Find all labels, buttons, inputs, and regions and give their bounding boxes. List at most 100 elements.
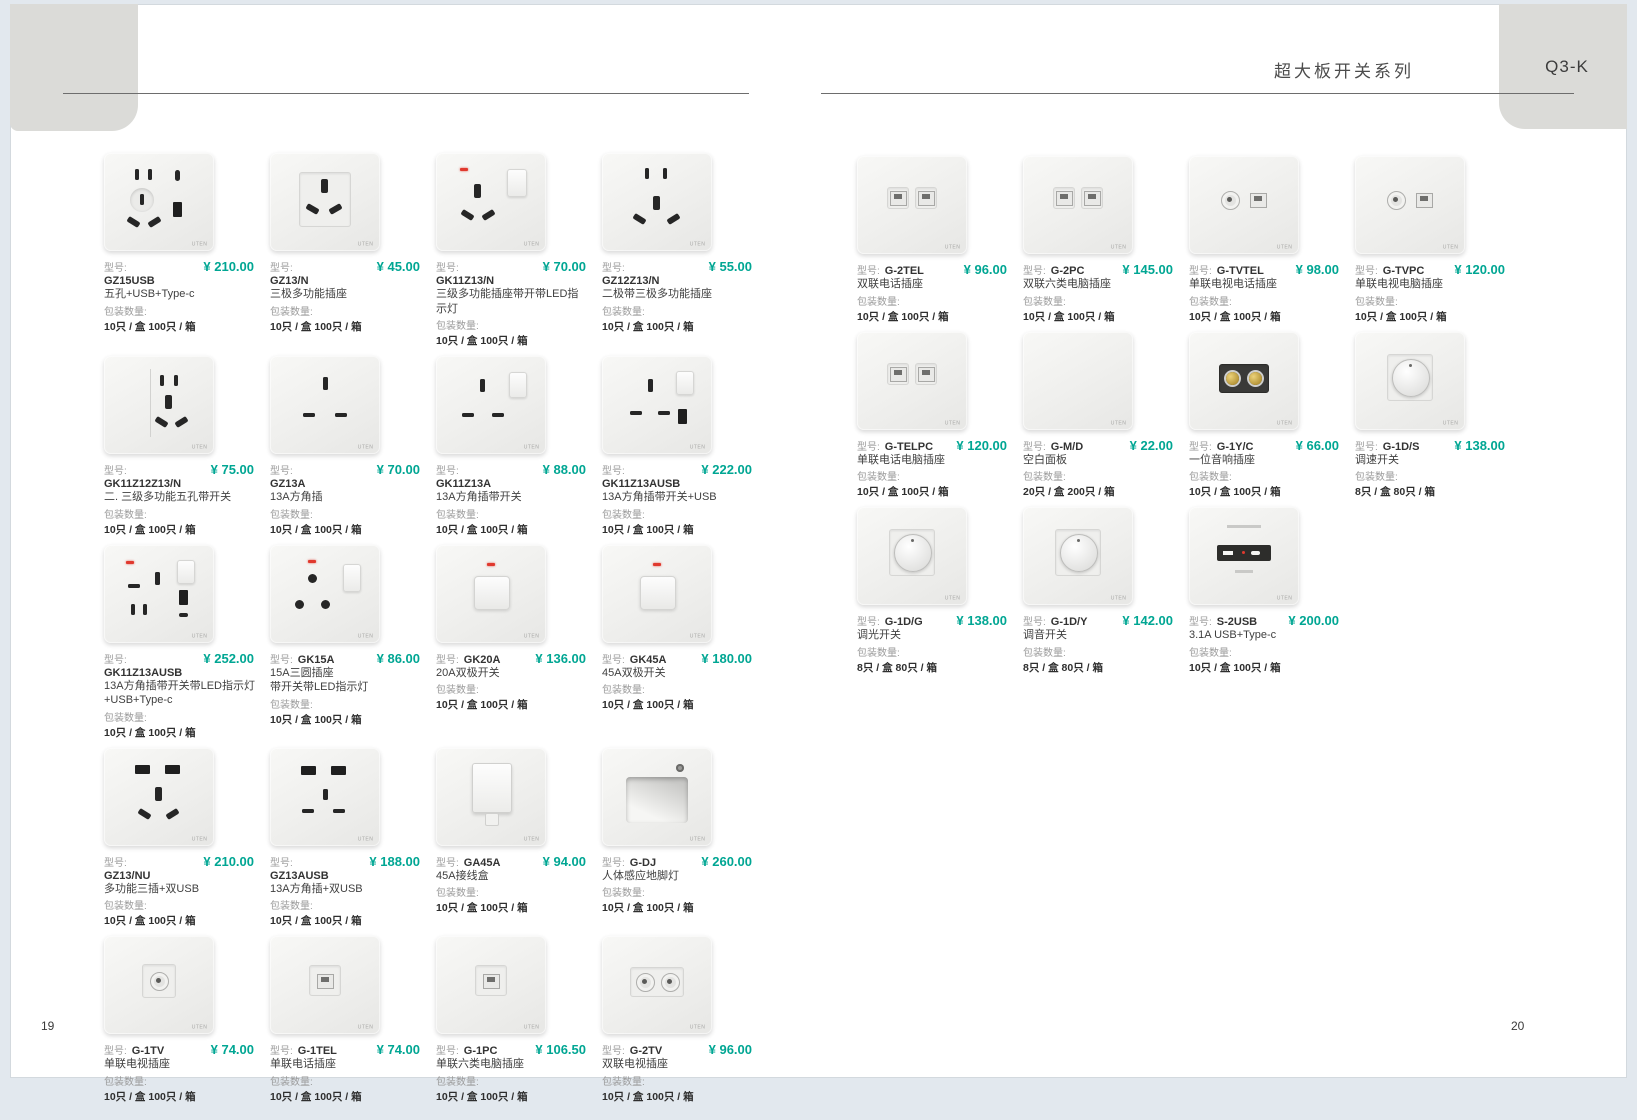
product-description: 三级多功能插座带开带LED指示灯 bbox=[436, 287, 588, 316]
product-info: 型号: G-2TV ¥ 96.00 双联电视插座 包装数量: 10只 / 盒 1… bbox=[602, 1042, 754, 1104]
model-line: 型号: G-DJ ¥ 260.00 bbox=[602, 854, 752, 869]
header-rule-right bbox=[821, 93, 1574, 94]
product-description: 调速开关 bbox=[1355, 453, 1507, 468]
product-info: 型号: ¥ 222.00 GK11Z13AUSB 13A方角插带开关+USB 包… bbox=[602, 462, 754, 537]
modular-jack bbox=[1084, 191, 1101, 206]
socket-slot bbox=[160, 375, 164, 386]
product-info: 型号: G-1Y/C ¥ 66.00 一位音响插座 包装数量: 10只 / 盒 … bbox=[1189, 438, 1341, 500]
print-marking bbox=[1235, 570, 1253, 573]
product-description: 调光开关 bbox=[857, 628, 1009, 643]
qty-label: 包装数量: bbox=[270, 1073, 422, 1088]
product-description: 五孔+USB+Type-c bbox=[104, 287, 256, 302]
model-line: 型号: GK45A ¥ 180.00 bbox=[602, 651, 752, 666]
socket-visual bbox=[452, 369, 530, 437]
socket-slot bbox=[492, 413, 504, 417]
model-value: G-TVTEL bbox=[1217, 265, 1264, 277]
qty-label: 包装数量: bbox=[436, 681, 588, 696]
model-line: 型号: ¥ 70.00 bbox=[436, 259, 586, 274]
product-card: UTEN 型号: G-DJ ¥ 260.00 人体感应地脚灯 包装数量: 10只… bbox=[602, 748, 768, 929]
qty-label: 包装数量: bbox=[436, 884, 588, 899]
qty-value: 8只 / 盒 80只 / 箱 bbox=[857, 660, 1009, 675]
page-number-right: 20 bbox=[1511, 1019, 1524, 1033]
product-grid-page-19: UTEN 型号: ¥ 210.00 GZ15USB 五孔+USB+Type-c … bbox=[104, 153, 784, 1112]
brand-watermark: UTEN bbox=[944, 245, 960, 250]
product-image: UTEN bbox=[602, 356, 712, 454]
model-line: 型号: S-2USB ¥ 200.00 bbox=[1189, 613, 1339, 628]
product-info: 型号: G-TELPC ¥ 120.00 单联电话电脑插座 包装数量: 10只 … bbox=[857, 438, 1009, 500]
product-description-line: 多功能三插+双USB bbox=[104, 882, 256, 897]
socket-slot bbox=[179, 613, 188, 617]
price: ¥ 188.00 bbox=[369, 854, 420, 869]
model-value: GK11Z13A bbox=[436, 478, 588, 490]
socket-slot bbox=[128, 584, 140, 588]
product-image: UTEN bbox=[602, 936, 712, 1034]
socket-visual bbox=[452, 761, 530, 829]
coax-connector bbox=[150, 972, 169, 991]
socket-slot bbox=[302, 809, 314, 813]
corner-decoration-left bbox=[10, 4, 138, 131]
product-description-line: 13A方角插+双USB bbox=[270, 882, 422, 897]
qty-value: 20只 / 盒 200只 / 箱 bbox=[1023, 484, 1175, 499]
brand-watermark: UTEN bbox=[1110, 596, 1126, 601]
product-image: UTEN bbox=[104, 153, 214, 251]
price: ¥ 70.00 bbox=[543, 259, 586, 274]
product-card: UTEN 型号: G-TELPC ¥ 120.00 单联电话电脑插座 包装数量:… bbox=[857, 332, 1023, 500]
qty-value: 10只 / 盒 100只 / 箱 bbox=[1189, 484, 1341, 499]
brand-watermark: UTEN bbox=[689, 836, 705, 841]
product-description: 3.1A USB+Type-c bbox=[1189, 628, 1341, 643]
socket-visual bbox=[120, 761, 198, 829]
product-image: UTEN bbox=[857, 507, 967, 605]
qty-value: 10只 / 盒 100只 / 箱 bbox=[436, 1089, 588, 1104]
product-card: UTEN 型号: G-1TV ¥ 74.00 单联电视插座 包装数量: 10只 … bbox=[104, 936, 270, 1104]
socket-visual bbox=[618, 558, 696, 626]
model-line: 型号: G-1PC ¥ 106.50 bbox=[436, 1042, 586, 1057]
qty-value: 10只 / 盒 100只 / 箱 bbox=[602, 319, 754, 334]
socket-slot bbox=[658, 411, 670, 415]
product-description-line: 二. 三级多功能五孔带开关 bbox=[104, 490, 256, 505]
socket-slot bbox=[630, 411, 642, 415]
socket-slot bbox=[165, 808, 179, 820]
model-label: 型号: bbox=[270, 1042, 293, 1057]
qty-label: 包装数量: bbox=[602, 1073, 754, 1088]
qty-value: 8只 / 盒 80只 / 箱 bbox=[1355, 484, 1507, 499]
product-card: UTEN 型号: G-2TEL ¥ 96.00 双联电话插座 包装数量: 10只… bbox=[857, 156, 1023, 324]
product-description-line: +USB+Type-c bbox=[104, 693, 256, 708]
price: ¥ 260.00 bbox=[701, 854, 752, 869]
model-value: GZ13/NU bbox=[104, 870, 256, 882]
product-card: UTEN 型号: ¥ 252.00 GK11Z13AUSB 13A方角插带开关带… bbox=[104, 545, 270, 740]
qty-label: 包装数量: bbox=[1023, 468, 1175, 483]
model-value: G-1D/G bbox=[885, 616, 923, 628]
product-image: UTEN bbox=[270, 748, 380, 846]
product-image: UTEN bbox=[104, 748, 214, 846]
socket-visual bbox=[286, 949, 364, 1017]
model-value: GK45A bbox=[630, 654, 667, 666]
product-description-line: 20A双极开关 bbox=[436, 666, 588, 681]
model-line: 型号: G-1D/G ¥ 138.00 bbox=[857, 613, 1007, 628]
product-description-line: 一位音响插座 bbox=[1189, 453, 1341, 468]
model-label: 型号: bbox=[602, 854, 625, 869]
modular-jack bbox=[317, 974, 334, 989]
product-description-line: 三级多功能插座带开带LED指示灯 bbox=[436, 287, 588, 316]
product-description: 45A双极开关 bbox=[602, 666, 754, 681]
qty-label: 包装数量: bbox=[270, 303, 422, 318]
socket-slot bbox=[155, 572, 160, 585]
model-value: GZ12Z13/N bbox=[602, 275, 754, 287]
series-code: Q3-K bbox=[1517, 57, 1617, 77]
usb-port bbox=[678, 409, 687, 424]
socket-visual bbox=[873, 520, 951, 588]
product-info: 型号: ¥ 210.00 GZ15USB 五孔+USB+Type-c 包装数量:… bbox=[104, 259, 256, 334]
socket-slot bbox=[481, 209, 495, 221]
socket-slot bbox=[323, 377, 328, 390]
product-card: UTEN 型号: ¥ 70.00 GZ13A 13A方角插 包装数量: 10只 … bbox=[270, 356, 436, 537]
modular-jack bbox=[483, 974, 500, 989]
brand-watermark: UTEN bbox=[689, 633, 705, 638]
model-value: G-1TEL bbox=[298, 1045, 337, 1057]
socket-visual bbox=[120, 369, 198, 437]
qty-value: 10只 / 盒 100只 / 箱 bbox=[857, 309, 1009, 324]
product-card: UTEN 型号: ¥ 222.00 GK11Z13AUSB 13A方角插带开关+… bbox=[602, 356, 768, 537]
audio-terminal bbox=[1249, 372, 1262, 385]
product-description-line: 带开关带LED指示灯 bbox=[270, 680, 422, 695]
model-label: 型号: bbox=[436, 651, 459, 666]
model-label: 型号: bbox=[1189, 262, 1212, 277]
qty-label: 包装数量: bbox=[1355, 293, 1507, 308]
